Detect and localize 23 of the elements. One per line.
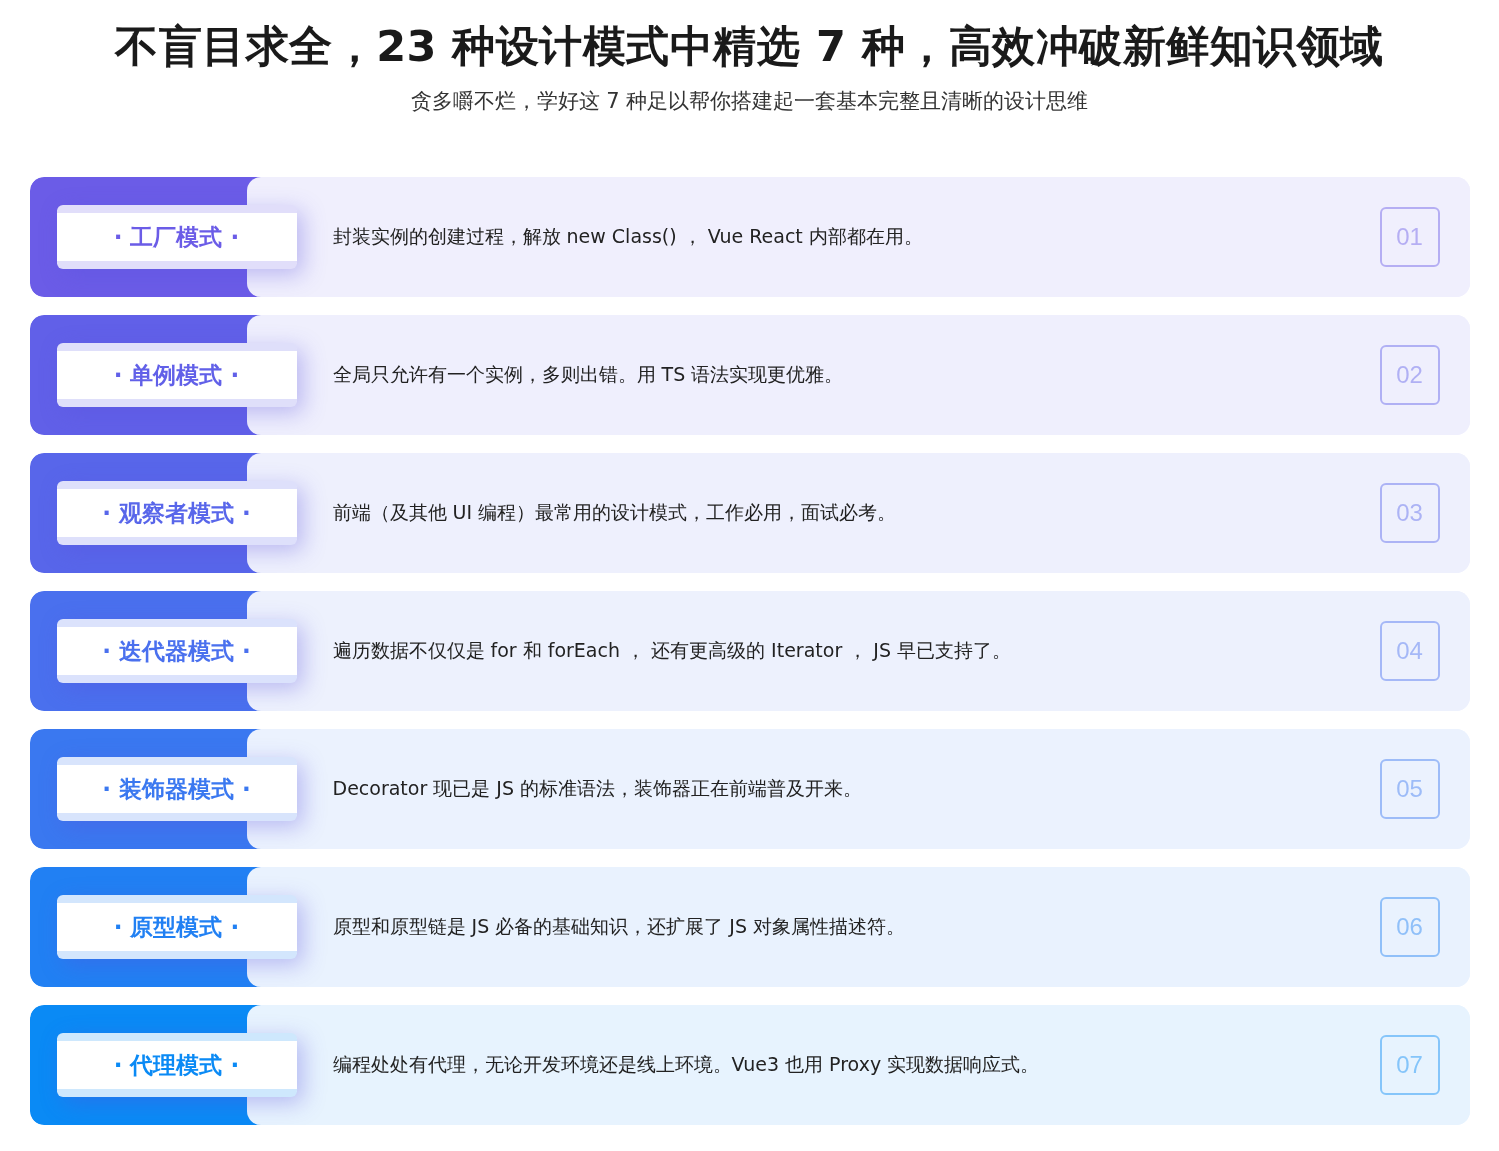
pattern-description: 前端（及其他 UI 编程）最常用的设计模式，工作必用，面试必考。 <box>332 500 898 525</box>
pattern-label: · 原型模式 · <box>56 895 297 959</box>
pattern-label: · 工厂模式 · <box>56 205 297 269</box>
pattern-number: 01 <box>1379 207 1440 267</box>
pattern-label: · 迭代器模式 · <box>56 619 297 683</box>
page-title: 不盲目求全，23 种设计模式中精选 7 种，高效冲破新鲜知识领域 <box>115 20 1384 73</box>
pattern-label: · 代理模式 · <box>56 1033 297 1097</box>
pattern-description: 全局只允许有一个实例，多则出错。用 TS 语法实现更优雅。 <box>332 362 845 387</box>
pattern-number: 06 <box>1379 897 1440 957</box>
pattern-number: 02 <box>1379 345 1440 405</box>
pattern-label: · 装饰器模式 · <box>56 757 297 821</box>
pattern-number: 04 <box>1379 621 1440 681</box>
pattern-description: 原型和原型链是 JS 必备的基础知识，还扩展了 JS 对象属性描述符。 <box>332 914 906 939</box>
pattern-number: 03 <box>1379 483 1440 543</box>
pattern-label: · 观察者模式 · <box>56 481 297 545</box>
pattern-description: 编程处处有代理，无论开发环境还是线上环境。Vue3 也用 Proxy 实现数据响应式。 <box>332 1052 1041 1077</box>
pattern-number: 05 <box>1379 759 1440 819</box>
pattern-number: 07 <box>1379 1035 1440 1095</box>
page-subtitle: 贪多嚼不烂，学好这 7 种足以帮你搭建起一套基本完整且清晰的设计思维 <box>410 88 1089 115</box>
pattern-description: 遍历数据不仅仅是 for 和 forEach ， 还有更高级的 Iterator ， JS 早已支持了。 <box>332 638 1012 663</box>
pattern-description: Decorator 现已是 JS 的标准语法，装饰器正在前端普及开来。 <box>332 776 863 801</box>
pattern-label: · 单例模式 · <box>56 343 297 407</box>
pattern-description: 封装实例的创建过程，解放 new Class() ， Vue React 内部都在用。 <box>332 224 924 249</box>
